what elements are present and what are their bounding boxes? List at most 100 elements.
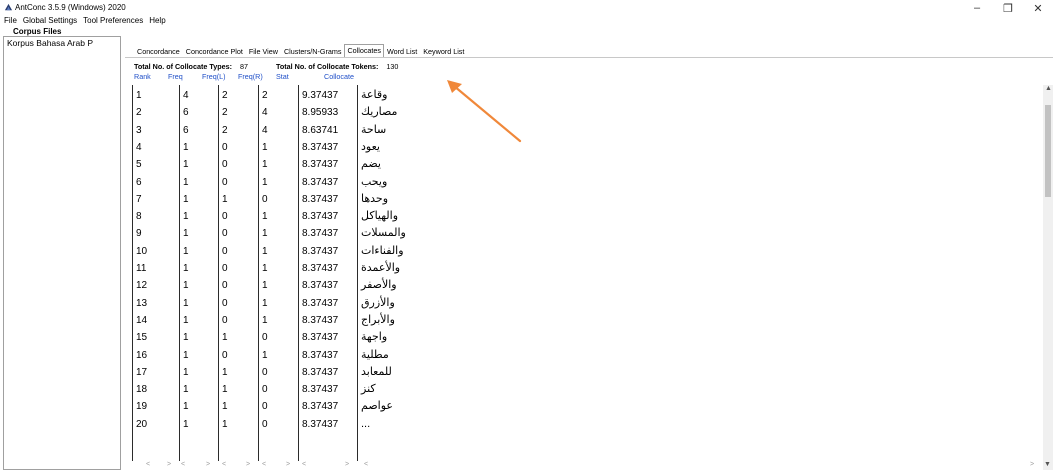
stat-cell[interactable]: 8.37437 (302, 416, 338, 433)
freq-cell[interactable]: 1 (183, 156, 189, 173)
freq-cell[interactable]: 1 (183, 208, 189, 225)
rank-cell[interactable]: 11 (136, 260, 146, 277)
rank-cell[interactable]: 4 (136, 139, 142, 156)
stat-cell[interactable]: 8.37437 (302, 329, 338, 346)
freq-cell[interactable]: 1 (183, 174, 189, 191)
corpus-file-list[interactable]: Korpus Bahasa Arab P (3, 36, 121, 470)
rank-cell[interactable]: 3 (136, 122, 142, 139)
freq-l-cell[interactable]: 0 (222, 174, 228, 191)
rank-cell[interactable]: 19 (136, 398, 147, 415)
freq-r-cell[interactable]: 1 (262, 243, 268, 260)
tab-word-list[interactable]: Word List (384, 45, 420, 57)
freq-l-cell[interactable]: 0 (222, 139, 228, 156)
rank-cell[interactable]: 6 (136, 174, 142, 191)
header-freq-l[interactable]: Freq(L) (202, 72, 226, 81)
freq-cell[interactable]: 1 (183, 225, 189, 242)
collocate-cell[interactable]: والأبراج (361, 312, 395, 329)
tab-concordance[interactable]: Concordance (134, 45, 183, 57)
tab-concordance-plot[interactable]: Concordance Plot (183, 45, 246, 57)
stat-cell[interactable]: 8.37437 (302, 312, 338, 329)
menu-help[interactable]: Help (149, 16, 165, 26)
freq-cell[interactable]: 1 (183, 243, 189, 260)
menu-file[interactable]: File (4, 16, 17, 26)
header-collocate[interactable]: Collocate (324, 72, 354, 81)
tab-collocates[interactable]: Collocates (344, 44, 385, 57)
freq-cell[interactable]: 4 (183, 87, 189, 104)
tab-keyword-list[interactable]: Keyword List (420, 45, 467, 57)
freq-r-cell[interactable]: 1 (262, 174, 268, 191)
freq-l-cell[interactable]: 1 (222, 398, 228, 415)
rank-cell[interactable]: 9 (136, 225, 142, 242)
freq-cell[interactable]: 1 (183, 277, 189, 294)
collocate-cell[interactable]: ويحب (361, 174, 387, 191)
freq-cell[interactable]: 1 (183, 191, 189, 208)
freq-l-cell[interactable]: 0 (222, 243, 228, 260)
rank-cell[interactable]: 2 (136, 104, 142, 121)
freq-l-cell[interactable]: 0 (222, 277, 228, 294)
freq-r-cell[interactable]: 0 (262, 329, 268, 346)
freq-r-cell[interactable]: 0 (262, 364, 268, 381)
freq-l-cell[interactable]: 2 (222, 104, 228, 121)
collocate-cell[interactable]: للمعابد (361, 364, 392, 381)
stat-cell[interactable]: 8.37437 (302, 347, 338, 364)
header-stat[interactable]: Stat (276, 72, 289, 81)
stat-cell[interactable]: 8.37437 (302, 243, 338, 260)
tab-file-view[interactable]: File View (246, 45, 281, 57)
maximize-button[interactable]: ❐ (993, 0, 1023, 16)
collocate-results-grid[interactable]: 1 2 3 4 5 6 7 8 9 10 11 12 13 14 15 16 17 18 19 20 46611111… (132, 85, 1042, 461)
menu-tool-preferences[interactable]: Tool Preferences (83, 16, 143, 26)
collocate-cell[interactable]: مصاريك (361, 104, 397, 121)
scroll-up-icon[interactable]: ▲ (1045, 85, 1052, 92)
freq-r-cell[interactable]: 2 (262, 87, 268, 104)
collocate-cell[interactable]: كنز (361, 381, 376, 398)
stat-cell[interactable]: 8.37437 (302, 260, 338, 277)
freq-r-cell[interactable]: 1 (262, 295, 268, 312)
rank-cell[interactable]: 13 (136, 295, 147, 312)
freq-r-cell[interactable]: 4 (262, 122, 268, 139)
stat-cell[interactable]: 8.37437 (302, 139, 338, 156)
collocate-cell[interactable]: واجهة (361, 329, 387, 346)
stat-cell[interactable]: 9.37437 (302, 87, 338, 104)
freq-cell[interactable]: 1 (183, 416, 189, 433)
freq-cell[interactable]: 6 (183, 122, 189, 139)
vertical-scrollbar[interactable]: ▲ ▼ (1043, 85, 1053, 470)
freq-l-cell[interactable]: 0 (222, 156, 228, 173)
rank-cell[interactable]: 14 (136, 312, 147, 329)
freq-r-cell[interactable]: 1 (262, 347, 268, 364)
freq-l-cell[interactable]: 1 (222, 329, 228, 346)
stat-cell[interactable]: 8.37437 (302, 225, 338, 242)
collocate-cell[interactable]: والأعمدة (361, 260, 400, 277)
freq-l-cell[interactable]: 1 (222, 191, 228, 208)
scroll-down-icon[interactable]: ▼ (1044, 461, 1051, 468)
header-rank[interactable]: Rank (134, 72, 151, 81)
freq-l-cell[interactable]: 0 (222, 208, 228, 225)
freq-r-cell[interactable]: 0 (262, 416, 268, 433)
collocate-cell[interactable]: وحدها (361, 191, 388, 208)
stat-cell[interactable]: 8.37437 (302, 398, 338, 415)
freq-l-cell[interactable]: 0 (222, 312, 228, 329)
freq-r-cell[interactable]: 1 (262, 156, 268, 173)
freq-l-cell[interactable]: 2 (222, 122, 228, 139)
freq-cell[interactable]: 1 (183, 347, 189, 364)
stat-cell[interactable]: 8.37437 (302, 381, 338, 398)
freq-r-cell[interactable]: 4 (262, 104, 268, 121)
stat-cell[interactable]: 8.37437 (302, 364, 338, 381)
stat-cell[interactable]: 8.37437 (302, 174, 338, 191)
collocate-cell[interactable]: والأصفر (361, 277, 397, 294)
minimize-button[interactable]: – (962, 0, 992, 16)
rank-cell[interactable]: 8 (136, 208, 142, 225)
freq-r-cell[interactable]: 0 (262, 381, 268, 398)
rank-cell[interactable]: 7 (136, 191, 142, 208)
freq-l-cell[interactable]: 0 (222, 295, 228, 312)
collocate-cell[interactable]: ... (361, 416, 370, 433)
collocate-cell[interactable]: يضم (361, 156, 381, 173)
freq-r-cell[interactable]: 1 (262, 277, 268, 294)
freq-cell[interactable]: 1 (183, 260, 189, 277)
collocate-cell[interactable]: والهياكل (361, 208, 398, 225)
menu-global-settings[interactable]: Global Settings (23, 16, 77, 26)
collocate-cell[interactable]: مطلية (361, 347, 389, 364)
freq-r-cell[interactable]: 1 (262, 312, 268, 329)
freq-cell[interactable]: 1 (183, 381, 189, 398)
freq-cell[interactable]: 6 (183, 104, 189, 121)
freq-cell[interactable]: 1 (183, 329, 189, 346)
